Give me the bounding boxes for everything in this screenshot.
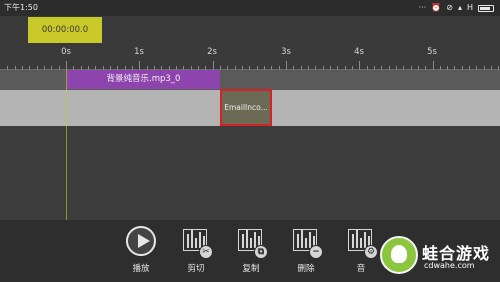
play-label: 播放 xyxy=(132,264,150,274)
ruler-label-5s: 5s xyxy=(427,47,437,57)
volume-button[interactable]: ⚙ 音 xyxy=(341,226,381,278)
music-track[interactable]: 背景纯音乐.mp3_0 xyxy=(0,70,500,90)
delete-button[interactable]: − 删除 xyxy=(286,226,326,278)
status-bar: 下午1:50 ··· ⏰ ⊘ ▴ H xyxy=(0,0,500,16)
ruler-label-2s: 2s xyxy=(207,47,217,57)
timeline-ruler[interactable]: 0s 1s 2s 3s 4s 5s xyxy=(0,44,500,70)
ruler-label-0s: 0s xyxy=(61,47,71,57)
ruler-tick xyxy=(66,61,67,70)
watermark-url: cdwahe.com xyxy=(424,261,475,270)
volume-label: 音 xyxy=(356,264,366,274)
status-time: 下午1:50 xyxy=(4,3,38,12)
playhead-line[interactable] xyxy=(66,70,67,220)
delete-icon: − xyxy=(291,226,323,259)
ruler-label-4s: 4s xyxy=(354,47,364,57)
play-icon xyxy=(126,226,156,256)
alarm-icon: ⏰ xyxy=(431,3,442,12)
ruler-tick xyxy=(433,61,434,70)
watermark-logo: 蛙合游戏 cdwahe.com xyxy=(380,236,498,278)
battery-icon xyxy=(478,4,494,12)
overlay-clip-selected[interactable]: EmailInco... xyxy=(220,89,272,126)
ruler-label-1s: 1s xyxy=(134,47,144,57)
volume-icon: ⚙ xyxy=(346,226,378,259)
video-editor-screen: 下午1:50 ··· ⏰ ⊘ ▴ H 00:00:00.0 0s 1s 2s 3… xyxy=(0,0,500,282)
gear-icon: ⚙ xyxy=(364,245,378,259)
cut-icon: ✂ xyxy=(181,226,213,259)
current-time-display: 00:00:00.0 xyxy=(28,17,102,43)
ellipsis-icon: ··· xyxy=(418,3,427,12)
play-button[interactable]: 播放 xyxy=(121,226,161,278)
ruler-tick xyxy=(213,61,214,70)
minus-icon: − xyxy=(309,245,323,259)
cut-button[interactable]: ✂ 剪切 xyxy=(176,226,216,278)
copy-badge-icon: ⧉ xyxy=(254,245,268,259)
copy-label: 复制 xyxy=(242,264,260,274)
copy-icon: ⧉ xyxy=(236,226,268,259)
copy-button[interactable]: ⧉ 复制 xyxy=(231,226,271,278)
ruler-tick xyxy=(359,61,360,70)
frog-logo-icon xyxy=(380,236,418,274)
status-icons: ··· ⏰ ⊘ ▴ H xyxy=(419,0,494,16)
delete-label: 删除 xyxy=(297,264,315,274)
cut-label: 剪切 xyxy=(187,264,205,274)
network-type: H xyxy=(466,3,473,12)
ruler-label-3s: 3s xyxy=(281,47,291,57)
signal-icon: ▴ xyxy=(457,3,462,12)
wifi-off-icon: ⊘ xyxy=(446,3,453,12)
music-clip[interactable]: 背景纯音乐.mp3_0 xyxy=(67,70,220,89)
ruler-tick xyxy=(286,61,287,70)
ruler-tick xyxy=(139,61,140,70)
scissors-icon: ✂ xyxy=(199,245,213,259)
